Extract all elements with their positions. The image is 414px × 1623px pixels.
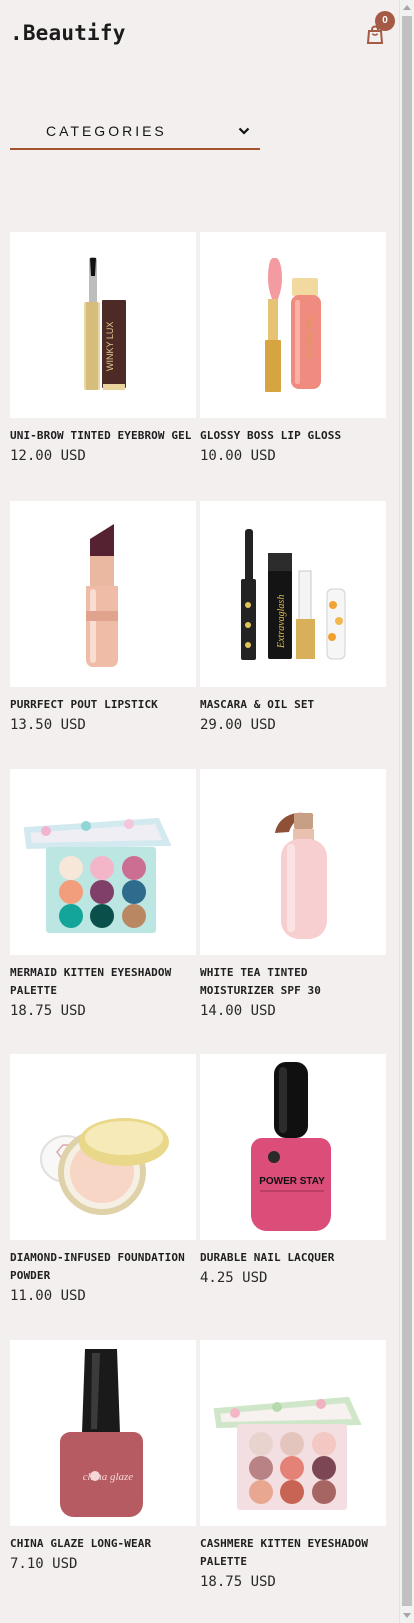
china-glaze-image-label: china glaze bbox=[83, 1471, 134, 1483]
product-price: 10.00 USD bbox=[200, 448, 276, 464]
categories-dropdown[interactable]: CATEGORIES bbox=[10, 118, 260, 150]
product-image[interactable] bbox=[10, 1054, 196, 1240]
product-price: 7.10 USD bbox=[10, 1556, 78, 1572]
cashmere-palette-image bbox=[213, 1396, 362, 1510]
product-card-cashmere-palette[interactable]: CASHMERE KITTEN EYESHADOW PALETTE 18.75 … bbox=[200, 1340, 386, 1592]
product-card-lipstick[interactable]: PURRFECT POUT LIPSTICK 13.50 USD bbox=[10, 501, 196, 735]
product-image[interactable]: china glaze bbox=[10, 1340, 196, 1526]
product-card-lip-gloss[interactable]: the cherry boss GLOSSY BOSS LIP GLOSS 10… bbox=[200, 232, 386, 466]
product-image[interactable]: POWER STAY bbox=[200, 1054, 386, 1240]
lip-gloss-image: the cherry boss bbox=[265, 258, 321, 392]
product-price: 13.50 USD bbox=[10, 717, 86, 733]
mermaid-palette-image bbox=[23, 817, 172, 933]
nail-lacquer-image: POWER STAY bbox=[251, 1062, 331, 1231]
product-image[interactable] bbox=[200, 1340, 386, 1526]
product-price: 18.75 USD bbox=[10, 1003, 86, 1019]
site-header: .Beautify 0 bbox=[10, 11, 395, 51]
product-card-china-glaze[interactable]: china glaze CHINA GLAZE LONG-WEAR 7.10 U… bbox=[10, 1340, 196, 1574]
product-name[interactable]: UNI-BROW TINTED EYEBROW GEL bbox=[10, 427, 196, 445]
chevron-down-icon bbox=[238, 127, 250, 135]
product-name[interactable]: MERMAID KITTEN EYESHADOW PALETTE bbox=[10, 964, 196, 1000]
product-card-eyebrow-gel[interactable]: WINKY LUX UNI-BROW TINTED EYEBROW GEL 12… bbox=[10, 232, 196, 466]
cart-button[interactable]: 0 bbox=[361, 11, 395, 47]
product-name[interactable]: DURABLE NAIL LACQUER bbox=[200, 1249, 386, 1267]
vertical-scrollbar[interactable] bbox=[399, 0, 414, 1623]
product-card-foundation-powder[interactable]: DIAMOND-INFUSED FOUNDATION POWDER 11.00 … bbox=[10, 1054, 196, 1306]
product-image[interactable] bbox=[200, 769, 386, 955]
foundation-powder-image bbox=[40, 1118, 169, 1215]
scroll-down-icon[interactable] bbox=[403, 1613, 411, 1618]
categories-label: CATEGORIES bbox=[46, 123, 167, 139]
product-name[interactable]: DIAMOND-INFUSED FOUNDATION POWDER bbox=[10, 1249, 196, 1285]
product-price: 4.25 USD bbox=[200, 1270, 268, 1286]
product-name[interactable]: WHITE TEA TINTED MOISTURIZER SPF 30 bbox=[200, 964, 386, 1000]
product-image[interactable]: Extravaglash bbox=[200, 501, 386, 687]
product-image[interactable]: the cherry boss bbox=[200, 232, 386, 418]
eyebrow-gel-image-label: WINKY LUX bbox=[105, 322, 115, 371]
cart-count-badge: 0 bbox=[375, 11, 395, 31]
product-price: 29.00 USD bbox=[200, 717, 276, 733]
product-name[interactable]: MASCARA & OIL SET bbox=[200, 696, 386, 714]
product-card-tinted-moisturizer[interactable]: WHITE TEA TINTED MOISTURIZER SPF 30 14.0… bbox=[200, 769, 386, 1021]
product-name[interactable]: GLOSSY BOSS LIP GLOSS bbox=[200, 427, 386, 445]
product-card-mascara-oil[interactable]: Extravaglash MASCARA & OIL SET 29.00 USD bbox=[200, 501, 386, 735]
product-price: 14.00 USD bbox=[200, 1003, 276, 1019]
scroll-up-icon[interactable] bbox=[403, 5, 411, 10]
page-content: .Beautify 0 CATEGORIES WINKY LUX UNI-BRO… bbox=[0, 0, 399, 1623]
mascara-oil-image-label: Extravaglash bbox=[276, 595, 287, 649]
product-image[interactable] bbox=[10, 769, 196, 955]
mascara-oil-image: Extravaglash bbox=[241, 529, 346, 660]
product-price: 12.00 USD bbox=[10, 448, 86, 464]
product-name[interactable]: CASHMERE KITTEN EYESHADOW PALETTE bbox=[200, 1535, 386, 1571]
scrollbar-thumb[interactable] bbox=[402, 16, 412, 1606]
product-name[interactable]: PURRFECT POUT LIPSTICK bbox=[10, 696, 196, 714]
product-card-mermaid-palette[interactable]: MERMAID KITTEN EYESHADOW PALETTE 18.75 U… bbox=[10, 769, 196, 1021]
lipstick-image bbox=[86, 524, 118, 667]
product-name[interactable]: CHINA GLAZE LONG-WEAR bbox=[10, 1535, 196, 1553]
lip-gloss-image-label: the cherry boss bbox=[305, 315, 313, 358]
china-glaze-image: china glaze bbox=[60, 1349, 143, 1517]
product-card-nail-lacquer[interactable]: POWER STAY DURABLE NAIL LACQUER 4.25 USD bbox=[200, 1054, 386, 1288]
product-image[interactable]: WINKY LUX bbox=[10, 232, 196, 418]
product-price: 18.75 USD bbox=[200, 1574, 276, 1590]
product-price: 11.00 USD bbox=[10, 1288, 86, 1304]
tinted-moisturizer-image bbox=[275, 812, 327, 939]
nail-lacquer-image-label: POWER STAY bbox=[259, 1176, 325, 1187]
eyebrow-gel-image: WINKY LUX bbox=[84, 257, 126, 390]
brand-logo[interactable]: .Beautify bbox=[10, 21, 391, 45]
product-image[interactable] bbox=[10, 501, 196, 687]
